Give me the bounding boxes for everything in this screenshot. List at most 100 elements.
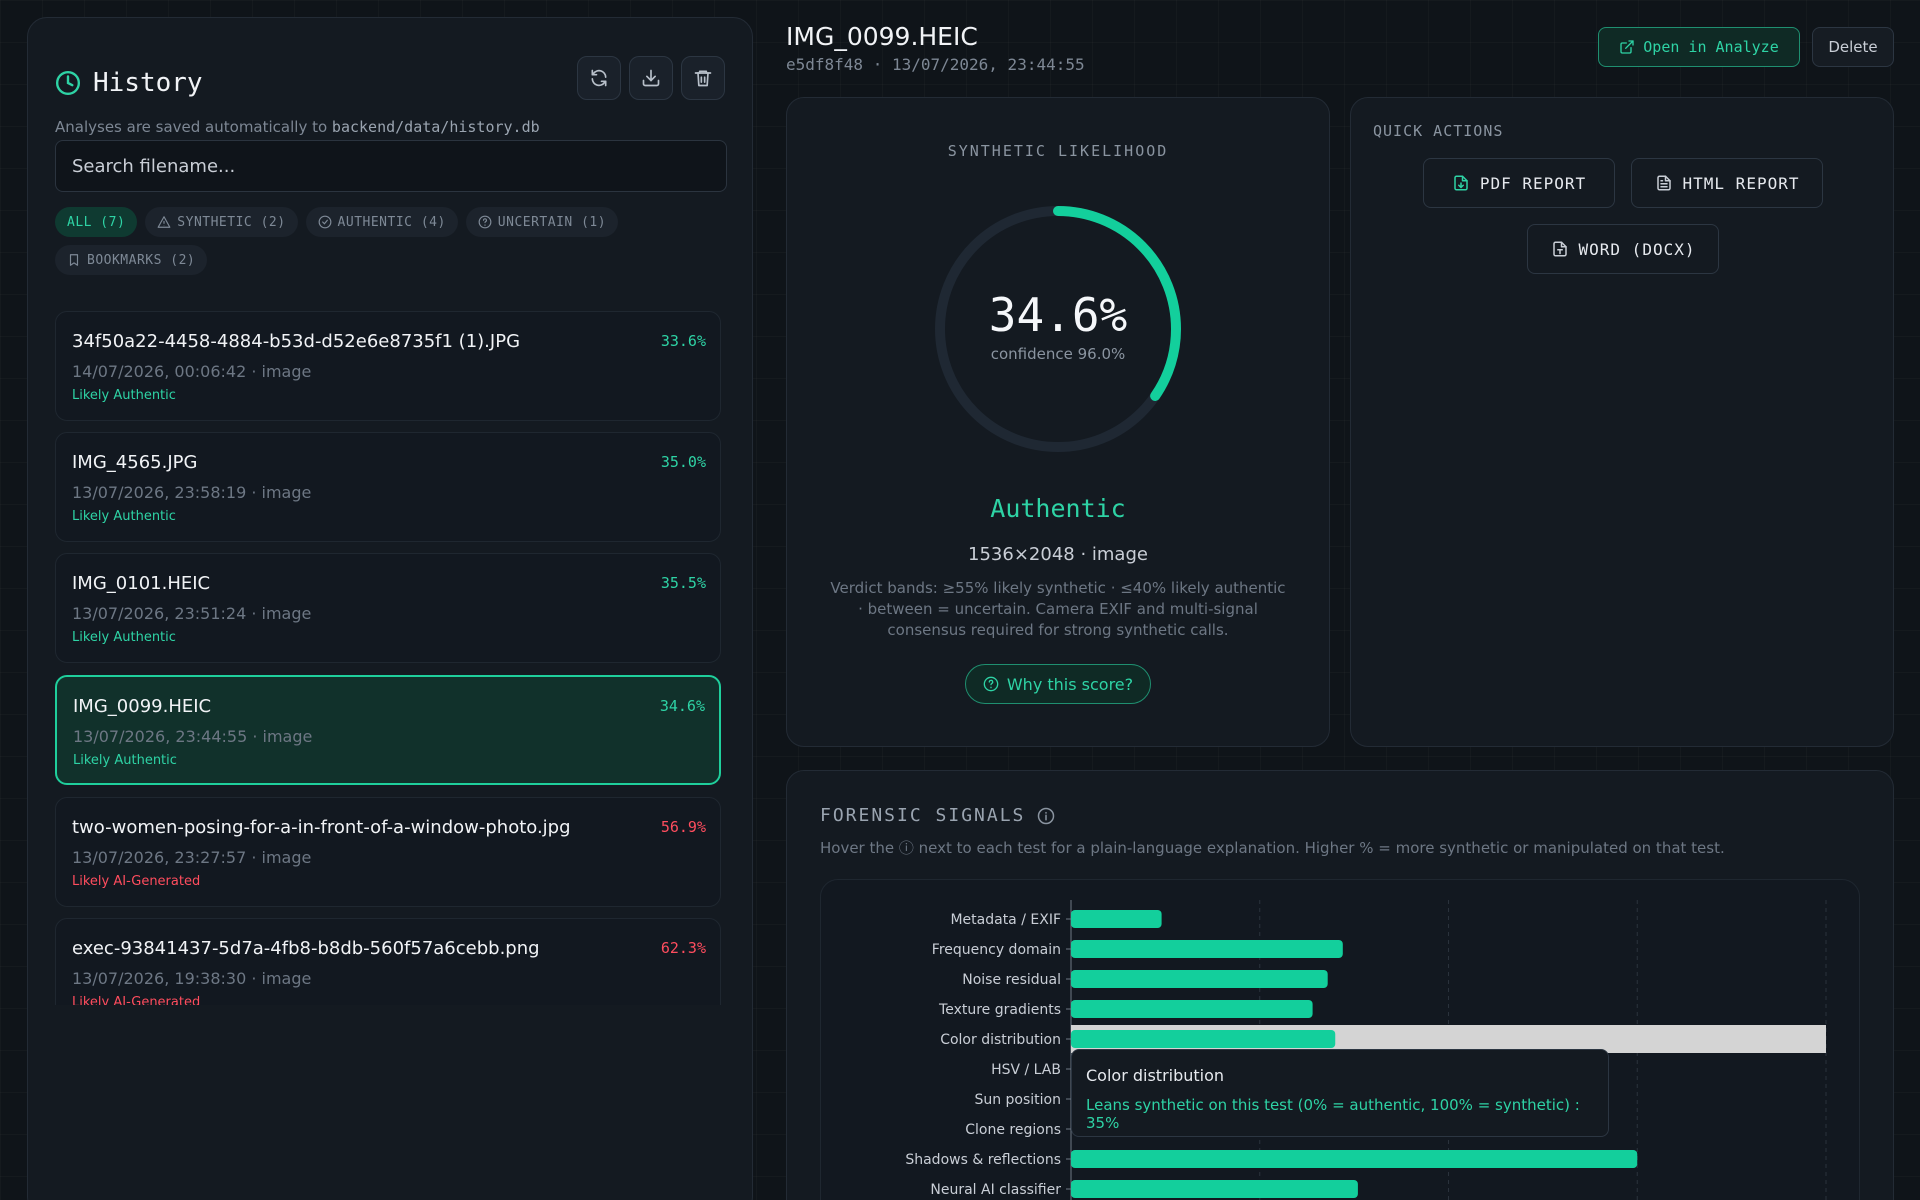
clear-history-button[interactable] bbox=[681, 56, 725, 100]
history-item-score: 33.6% bbox=[660, 332, 706, 350]
filter-bookmarks-label: BOOKMARKS (2) bbox=[87, 252, 196, 268]
history-item-meta: 13/07/2026, 19:38:30 · image bbox=[72, 969, 312, 988]
detail-filename: IMG_0099.HEIC bbox=[786, 22, 978, 51]
y-tick-label: Color distribution bbox=[940, 1032, 1061, 1048]
forensic-signals-title-text: FORENSIC SIGNALS bbox=[820, 805, 1026, 826]
filter-authentic[interactable]: AUTHENTIC (4) bbox=[305, 207, 458, 237]
score-label: SYNTHETIC LIKELIHOOD bbox=[947, 142, 1169, 160]
history-item[interactable]: IMG_4565.JPG 13/07/2026, 23:58:19 · imag… bbox=[55, 432, 721, 542]
history-item-name: exec-93841437-5d7a-4fb8-b8db-560f57a6ceb… bbox=[72, 938, 540, 959]
history-item-name: two-women-posing-for-a-in-front-of-a-win… bbox=[72, 817, 571, 838]
history-item-meta: 14/07/2026, 00:06:42 · image bbox=[72, 362, 312, 381]
pdf-report-button[interactable]: PDF REPORT bbox=[1423, 158, 1615, 208]
why-this-score-button[interactable]: Why this score? bbox=[965, 664, 1151, 704]
history-item-verdict: Likely Authentic bbox=[72, 388, 176, 403]
filter-bookmarks[interactable]: BOOKMARKS (2) bbox=[55, 245, 208, 275]
html-report-button[interactable]: HTML REPORT bbox=[1631, 158, 1823, 208]
y-tick-label: Texture gradients bbox=[938, 1002, 1061, 1018]
y-tick-label: HSV / LAB bbox=[991, 1062, 1061, 1078]
signal-bar bbox=[1071, 1180, 1358, 1198]
filter-authentic-label: AUTHENTIC (4) bbox=[337, 214, 446, 230]
score-value: 34.6% bbox=[988, 288, 1128, 342]
history-title-text: History bbox=[93, 68, 203, 98]
filter-uncertain[interactable]: UNCERTAIN (1) bbox=[465, 207, 619, 237]
signal-bar bbox=[1071, 940, 1343, 958]
export-button[interactable] bbox=[629, 56, 673, 100]
clock-icon bbox=[55, 70, 81, 96]
filter-uncertain-label: UNCERTAIN (1) bbox=[497, 214, 607, 230]
verdict-label: Authentic bbox=[990, 494, 1126, 523]
quick-actions-card: QUICK ACTIONS PDF REPORT HTML REPORT WOR… bbox=[1350, 97, 1894, 747]
refresh-icon bbox=[591, 69, 607, 87]
history-item-verdict: Likely Authentic bbox=[72, 630, 176, 645]
signals-chart: Metadata / EXIF Frequency domain Noise res… bbox=[820, 879, 1860, 1200]
word-report-label: WORD (DOCX) bbox=[1578, 239, 1696, 259]
forensic-signals-title: FORENSIC SIGNALS bbox=[820, 805, 1055, 826]
html-report-label: HTML REPORT bbox=[1682, 173, 1800, 193]
history-item-meta: 13/07/2026, 23:44:55 · image bbox=[73, 727, 313, 746]
history-item-verdict: Likely AI-Generated bbox=[72, 874, 201, 889]
history-item[interactable]: IMG_0101.HEIC 13/07/2026, 23:51:24 · ima… bbox=[55, 553, 721, 663]
y-tick-label: Neural AI classifier bbox=[930, 1182, 1061, 1198]
filter-chips: ALL (7) SYNTHETIC (2) AUTHENTIC (4) UNCE… bbox=[55, 207, 735, 275]
history-item-score: 56.9% bbox=[660, 818, 706, 836]
history-header: History bbox=[55, 56, 725, 108]
history-item-name: 34f50a22-4458-4884-b53d-d52e6e8735f1 (1)… bbox=[72, 331, 521, 352]
history-title: History bbox=[55, 68, 203, 98]
history-item-score: 34.6% bbox=[659, 697, 705, 715]
quick-actions-label: QUICK ACTIONS bbox=[1373, 122, 1504, 140]
y-tick-label: Frequency domain bbox=[932, 942, 1061, 958]
signal-bar bbox=[1071, 910, 1162, 928]
history-item-selected[interactable]: IMG_0099.HEIC 13/07/2026, 23:44:55 · ima… bbox=[55, 675, 721, 785]
history-item-meta: 13/07/2026, 23:58:19 · image bbox=[72, 483, 312, 502]
download-icon bbox=[642, 69, 660, 87]
history-item-meta: 13/07/2026, 23:51:24 · image bbox=[72, 604, 312, 623]
history-item-verdict: Likely AI-Generated bbox=[72, 995, 201, 1005]
chart-tooltip: Color distribution Leans synthetic on th… bbox=[1071, 1049, 1609, 1137]
filter-all[interactable]: ALL (7) bbox=[55, 207, 138, 237]
history-item-meta: 13/07/2026, 23:27:57 · image bbox=[72, 848, 312, 867]
history-item-verdict: Likely Authentic bbox=[73, 753, 177, 768]
history-item[interactable]: 34f50a22-4458-4884-b53d-d52e6e8735f1 (1)… bbox=[55, 311, 721, 421]
detail-meta: e5df8f48 · 13/07/2026, 23:44:55 bbox=[786, 55, 1085, 74]
bookmark-icon bbox=[69, 254, 79, 266]
history-list: 34f50a22-4458-4884-b53d-d52e6e8735f1 (1)… bbox=[55, 311, 729, 1005]
help-circle-icon bbox=[983, 676, 999, 692]
search-input[interactable] bbox=[55, 140, 727, 192]
history-item[interactable]: two-women-posing-for-a-in-front-of-a-win… bbox=[55, 797, 721, 907]
filter-synthetic-label: SYNTHETIC (2) bbox=[177, 214, 286, 230]
signal-bar bbox=[1071, 1000, 1313, 1018]
history-db-path: backend/data/history.db bbox=[331, 118, 540, 136]
warning-icon bbox=[157, 216, 171, 228]
tooltip-title: Color distribution bbox=[1086, 1066, 1225, 1085]
refresh-button[interactable] bbox=[577, 56, 621, 100]
open-in-analyze-label: Open in Analyze bbox=[1643, 38, 1779, 56]
question-circle-icon bbox=[478, 215, 492, 229]
filter-synthetic[interactable]: SYNTHETIC (2) bbox=[145, 207, 298, 237]
external-link-icon bbox=[1620, 40, 1634, 54]
y-tick-label: Sun position bbox=[974, 1092, 1061, 1108]
why-this-score-label: Why this score? bbox=[1006, 674, 1134, 694]
y-tick-label: Metadata / EXIF bbox=[950, 912, 1061, 928]
signal-bar bbox=[1071, 970, 1328, 988]
history-item[interactable]: exec-93841437-5d7a-4fb8-b8db-560f57a6ceb… bbox=[55, 918, 721, 1005]
signals-chart-svg: Metadata / EXIF Frequency domain Noise res… bbox=[905, 900, 1827, 1200]
delete-button[interactable]: Delete bbox=[1812, 27, 1894, 67]
word-report-button[interactable]: WORD (DOCX) bbox=[1527, 224, 1719, 274]
pdf-report-label: PDF REPORT bbox=[1479, 173, 1587, 193]
score-card: SYNTHETIC LIKELIHOOD 34.6% confidence 96… bbox=[786, 97, 1330, 747]
file-download-icon bbox=[1454, 175, 1468, 191]
file-text-icon bbox=[1656, 175, 1671, 191]
signal-bar bbox=[1071, 1150, 1638, 1168]
y-tick-label: Clone regions bbox=[965, 1122, 1061, 1138]
image-dimensions: 1536×2048 · image bbox=[968, 544, 1148, 565]
verdict-bands-text: Verdict bands: ≥55% likely synthetic · ≤… bbox=[830, 579, 1286, 639]
signal-bar bbox=[1071, 1030, 1336, 1048]
y-tick-label: Noise residual bbox=[962, 972, 1061, 988]
check-circle-icon bbox=[318, 215, 331, 229]
info-icon[interactable] bbox=[1037, 807, 1055, 825]
open-in-analyze-button[interactable]: Open in Analyze bbox=[1598, 27, 1800, 67]
history-item-name: IMG_0101.HEIC bbox=[72, 573, 211, 594]
y-tick-label: Shadows & reflections bbox=[905, 1152, 1061, 1168]
history-item-score: 35.0% bbox=[660, 453, 706, 471]
